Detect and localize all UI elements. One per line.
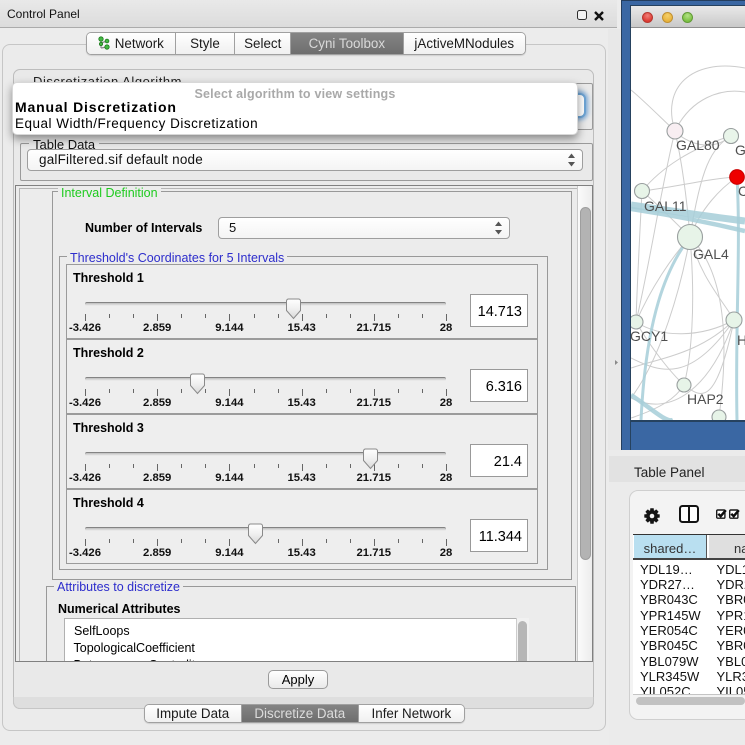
svg-text:GCY1: GCY1 [631, 328, 668, 344]
svg-text:C: C [738, 183, 745, 199]
svg-text:HAP2: HAP2 [687, 391, 724, 407]
svg-text:H: H [737, 332, 745, 348]
svg-text:GA: GA [735, 142, 745, 158]
svg-text:GAL4: GAL4 [693, 246, 729, 262]
svg-text:GAL11: GAL11 [644, 198, 687, 214]
svg-text:GAL80: GAL80 [676, 137, 720, 153]
